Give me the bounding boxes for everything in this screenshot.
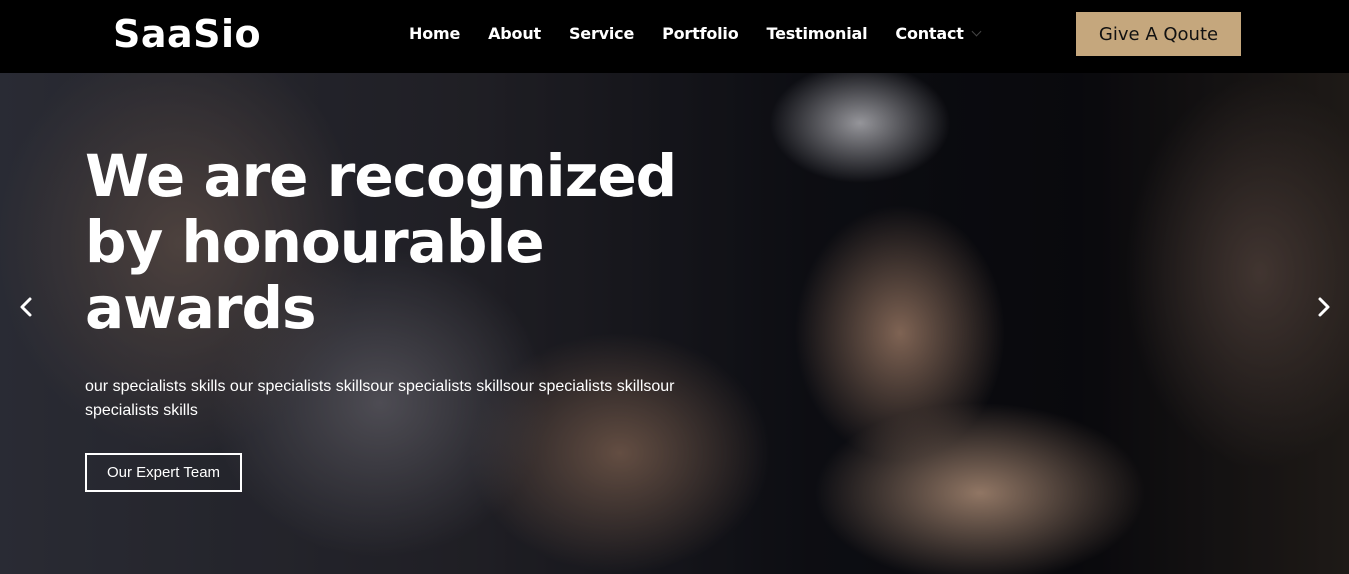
nav-item-label: Service bbox=[568, 24, 635, 43]
prev-slide-arrow bbox=[20, 297, 32, 317]
our-expert-team-button[interactable]: Our Expert Team bbox=[85, 453, 242, 492]
logo[interactable]: SaaSio bbox=[113, 10, 261, 58]
nav-item-home[interactable]: Home bbox=[395, 22, 474, 46]
nav-item-portfolio[interactable]: Portfolio bbox=[648, 22, 752, 46]
hero-description: our specialists skills our specialists s… bbox=[85, 378, 675, 419]
site-header: SaaSio Home About Service Portfolio Test… bbox=[0, 0, 1349, 73]
nav-item-label: Testimonial bbox=[766, 24, 868, 43]
page: SaaSio Home About Service Portfolio Test… bbox=[0, 0, 1349, 574]
give-a-quote-button[interactable]: Give A Qoute bbox=[1076, 12, 1241, 56]
hero-title: We are recognized by honourable awards bbox=[85, 142, 677, 342]
nav-item-service[interactable]: Service bbox=[555, 22, 648, 46]
hero-slider: We are recognized by honourable awards o… bbox=[0, 73, 1349, 574]
main-nav: Home About Service Portfolio Testimonial… bbox=[395, 22, 994, 46]
nav-item-label: Contact bbox=[895, 24, 964, 43]
nav-item-contact[interactable]: Contact bbox=[881, 22, 994, 46]
nav-item-label: Home bbox=[409, 24, 461, 43]
chevron-right-icon[interactable] bbox=[1311, 295, 1335, 319]
nav-item-label: About bbox=[488, 24, 541, 43]
hero-content: We are recognized by honourable awards o… bbox=[85, 143, 705, 492]
chevron-down-icon bbox=[971, 26, 982, 37]
chevron-left-icon[interactable] bbox=[15, 295, 39, 319]
next-slide-arrow bbox=[1318, 297, 1330, 317]
nav-item-testimonial[interactable]: Testimonial bbox=[752, 22, 881, 46]
nav-item-label: Portfolio bbox=[662, 24, 739, 43]
nav-item-about[interactable]: About bbox=[474, 22, 555, 46]
